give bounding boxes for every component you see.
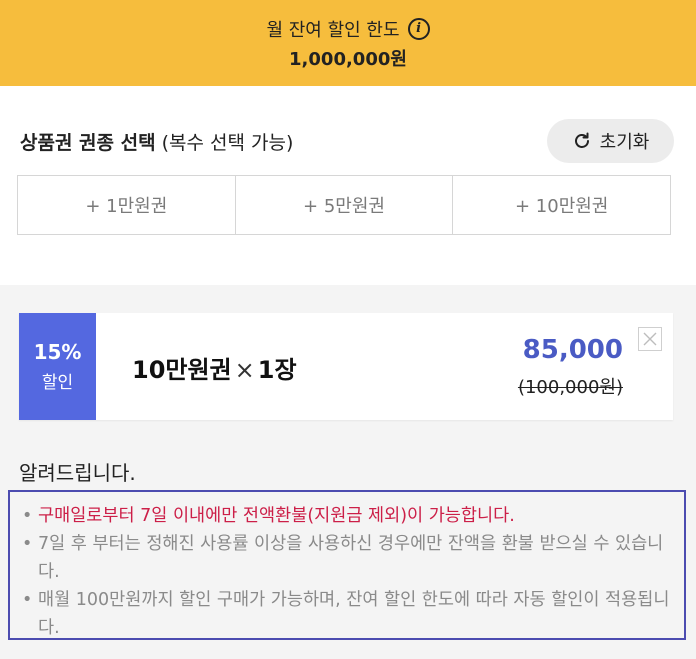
section-title: 상품권 권종 선택 (복수 선택 가능) xyxy=(20,128,293,155)
add-10k-voucher-button[interactable]: + 1만원권 xyxy=(18,176,236,234)
notice-item-monthly-limit: 매월 100만원까지 할인 구매가 가능하며, 잔여 할인 한도에 따라 자동 … xyxy=(20,586,670,638)
discount-limit-banner: 월 잔여 할인 한도 i 1,000,000원 xyxy=(0,0,696,86)
limit-amount: 1,000,000원 xyxy=(289,48,407,70)
ticket-perforation xyxy=(90,313,102,420)
notice-list: 구매일로부터 7일 이내에만 전액환불(지원금 제외)이 가능합니다. 7일 후… xyxy=(20,502,670,638)
section-title-main: 상품권 권종 선택 xyxy=(20,132,156,154)
limit-label: 월 잔여 할인 한도 xyxy=(266,19,400,41)
voucher-name: 10만원권 × 1장 xyxy=(132,350,297,385)
discount-label: 할인 xyxy=(41,373,74,393)
voucher-denomination: 10만원권 xyxy=(132,356,232,384)
amount-button-group: + 1만원권 + 5만원권 + 10만원권 xyxy=(17,175,671,235)
add-50k-voucher-button[interactable]: + 5만원권 xyxy=(235,176,454,234)
refresh-icon xyxy=(574,132,589,148)
notice-item-refund: 구매일로부터 7일 이내에만 전액환불(지원금 제외)이 가능합니다. xyxy=(20,502,670,530)
info-icon[interactable]: i xyxy=(407,17,430,40)
discounted-price: 85,000 xyxy=(522,335,623,365)
add-100k-voucher-button[interactable]: + 10만원권 xyxy=(453,176,671,234)
notice-title: 알려드립니다. xyxy=(19,461,136,485)
discount-badge: 15% 할인 xyxy=(19,313,96,420)
voucher-quantity: 1장 xyxy=(257,356,297,384)
times-sign: × xyxy=(234,356,255,384)
close-icon xyxy=(643,332,657,346)
remove-voucher-button[interactable] xyxy=(638,327,662,351)
reset-label: 초기화 xyxy=(599,132,650,153)
selected-voucher-ticket: 15% 할인 10만원권 × 1장 85,000 (100,000원) xyxy=(19,313,673,420)
notice-item-partial-refund: 7일 후 부터는 정해진 사용률 이상을 사용하신 경우에만 잔액을 환불 받으… xyxy=(20,530,670,586)
limit-label-row: 월 잔여 할인 한도 i xyxy=(266,16,430,42)
notice-box: 구매일로부터 7일 이내에만 전액환불(지원금 제외)이 가능합니다. 7일 후… xyxy=(8,490,686,640)
discount-rate: 15% xyxy=(33,340,82,364)
reset-button[interactable]: 초기화 xyxy=(547,119,674,163)
original-price: (100,000원) xyxy=(517,377,623,398)
section-title-note: (복수 선택 가능) xyxy=(161,132,294,154)
